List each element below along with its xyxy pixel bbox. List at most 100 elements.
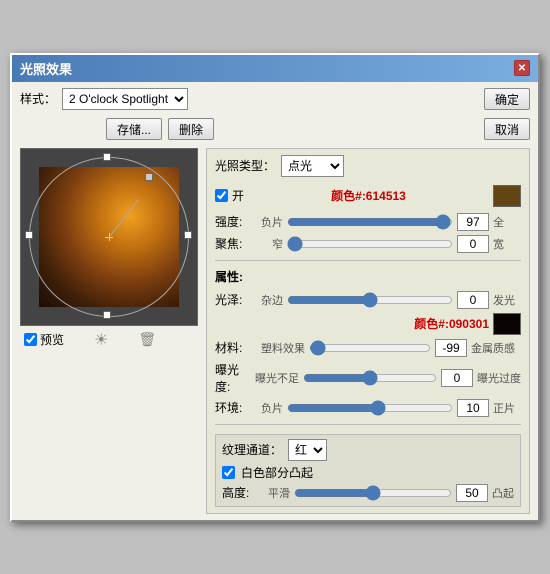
intensity-max: 全 [493,214,521,230]
ambience-row: 环境: 负片 正片 [215,399,521,417]
texture-channel-label: 纹理通道： [222,441,282,458]
color-swatch-1[interactable] [493,185,521,207]
material-slider-wrapper [309,341,431,355]
handle-bottom[interactable] [103,311,111,319]
light-handle[interactable] [145,173,153,181]
height-slider[interactable] [294,486,452,500]
style-select[interactable]: 2 O'clock Spotlight Blue Omni Circle of … [62,88,188,110]
white-check-label: 白色部分凸起 [241,464,313,481]
open-row: 开 颜色#:614513 [215,185,521,207]
focus-label: 聚焦: [215,235,251,252]
height-max: 凸起 [492,485,514,501]
texture-channel-select[interactable]: 红 绿 蓝 无 [288,439,327,461]
preview-checkbox[interactable] [24,333,37,346]
exposure-row: 曝光度: 曝光不足 曝光过度 [215,361,521,395]
exposure-max: 曝光过度 [477,370,521,386]
exposure-label: 曝光度: [215,361,251,395]
gloss-label: 光泽: [215,291,251,308]
divider-1 [215,260,521,261]
exposure-slider[interactable] [303,371,437,385]
material-label: 材料: [215,339,251,356]
intensity-input[interactable] [457,213,489,231]
confirm-button[interactable]: 确定 [484,88,530,110]
gloss-slider-wrapper [287,293,453,307]
sun-icon: ☀ [94,330,108,350]
dialog-title: 光照效果 [20,59,72,78]
title-bar: 光照效果 ✕ [12,55,538,82]
material-min: 塑料效果 [255,340,305,356]
texture-channel-row: 纹理通道： 红 绿 蓝 无 [222,439,514,461]
ambience-max: 正片 [493,400,521,416]
height-label: 高度: [222,484,258,501]
height-input[interactable] [456,484,488,502]
ambience-label: 环境: [215,399,251,416]
controls-panel: 光照类型： 点光 全光源 平行光 开 颜色#:614513 [206,148,530,514]
preview-label: 预览 [40,331,64,348]
intensity-min: 负片 [255,214,283,230]
preview-panel: 预览 ☀ 🗑 [20,148,198,350]
gloss-slider[interactable] [287,293,453,307]
ambience-slider-wrapper [287,401,453,415]
color-label-2: 颜色#:090301 [414,315,489,332]
light-type-row: 光照类型： 点光 全光源 平行光 [215,155,521,177]
exposure-slider-wrapper [303,371,437,385]
handle-right[interactable] [184,231,192,239]
color-label-1: 颜色#:614513 [331,187,406,204]
intensity-label: 强度: [215,213,251,230]
open-label: 开 [232,187,244,204]
style-row: 样式： 2 O'clock Spotlight Blue Omni Circle… [20,88,530,110]
focus-row: 聚焦: 窄 宽 [215,235,521,253]
close-button[interactable]: ✕ [514,60,530,76]
white-check-row: 白色部分凸起 [222,464,514,481]
intensity-slider-wrapper [287,215,453,229]
handle-left[interactable] [25,231,33,239]
ambience-input[interactable] [457,399,489,417]
store-button[interactable]: 存储... [106,118,162,140]
cancel-button[interactable]: 取消 [484,118,530,140]
delete-button[interactable]: 删除 [168,118,214,140]
intensity-row: 强度: 负片 全 [215,213,521,231]
trash-icon[interactable]: 🗑 [138,331,156,348]
attributes-title: 属性: [215,268,243,285]
intensity-slider[interactable] [287,215,453,229]
color-swatch-2[interactable] [493,313,521,335]
divider-2 [215,424,521,425]
gloss-row: 光泽: 杂边 发光 [215,291,521,309]
material-slider[interactable] [309,341,431,355]
material-input[interactable] [435,339,467,357]
white-checkbox[interactable] [222,466,235,479]
focus-max: 宽 [493,236,521,252]
attributes-header: 属性: [215,268,521,285]
open-left: 开 [215,187,244,204]
dialog-body: 样式： 2 O'clock Spotlight Blue Omni Circle… [12,82,538,520]
style-label: 样式： [20,90,56,107]
gloss-max: 发光 [493,292,521,308]
ambience-min: 负片 [255,400,283,416]
height-min: 平滑 [262,485,290,501]
canvas-area[interactable] [20,148,198,326]
exposure-input[interactable] [441,369,473,387]
focus-slider[interactable] [287,237,453,251]
gloss-input[interactable] [457,291,489,309]
gloss-min: 杂边 [255,292,283,308]
dialog-window: 光照效果 ✕ 样式： 2 O'clock Spotlight Blue Omni… [10,53,540,522]
light-type-label: 光照类型： [215,157,275,174]
material-max: 金属质感 [471,340,521,356]
material-row: 材料: 塑料效果 金属质感 [215,339,521,357]
focus-min: 窄 [255,236,283,252]
handle-top[interactable] [103,153,111,161]
second-row: 存储... 删除 取消 [20,118,530,140]
preview-check-row: 预览 [24,331,64,348]
open-checkbox[interactable] [215,189,228,202]
color-row-2: 颜色#:090301 [215,313,521,335]
focus-input[interactable] [457,235,489,253]
height-slider-wrapper [294,486,452,500]
focus-slider-wrapper [287,237,453,251]
ambience-slider[interactable] [287,401,453,415]
preview-bottom: 预览 ☀ 🗑 [20,330,198,350]
height-row: 高度: 平滑 凸起 [222,484,514,502]
texture-section: 纹理通道： 红 绿 蓝 无 白色部分凸起 [215,434,521,507]
light-type-select[interactable]: 点光 全光源 平行光 [281,155,344,177]
exposure-min: 曝光不足 [255,370,299,386]
main-content: 预览 ☀ 🗑 光照类型： 点光 全光源 平行光 [20,148,530,514]
